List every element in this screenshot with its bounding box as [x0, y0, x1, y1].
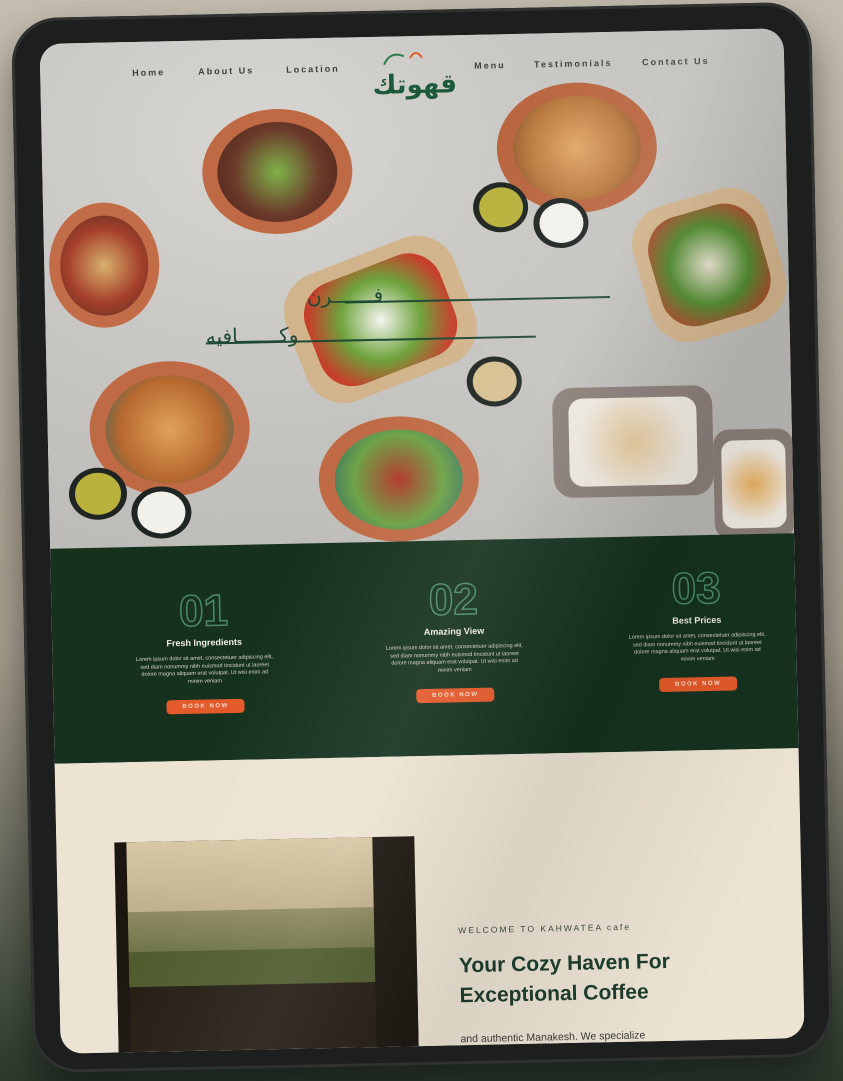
about-body: and authentic Manakesh. We specialize [460, 1029, 646, 1046]
nav-menu[interactable]: Menu [474, 60, 506, 71]
dip-cup [466, 355, 523, 408]
tagline-line2: وكـــــــافيه [205, 322, 299, 349]
nav-about-us[interactable]: About Us [198, 65, 254, 76]
about-section: WELCOME TO KAHWATEA cafe Your Cozy Haven… [54, 748, 805, 1054]
feature-card: 02 Amazing View Lorem ipsum dolor sit am… [373, 574, 536, 704]
welcome-label: WELCOME TO KAHWATEA cafe [458, 921, 632, 936]
brand-logo[interactable]: قهوتك [370, 42, 457, 113]
features-section: 01 Fresh Ingredients Lorem ipsum dolor s… [50, 533, 799, 764]
cafe-view-photo [114, 836, 419, 1053]
book-now-button[interactable]: BOOK NOW [166, 698, 245, 715]
feature-title: Best Prices [672, 614, 722, 626]
nav-location[interactable]: Location [286, 64, 340, 75]
about-heading: Your Cozy Haven For Exceptional Coffee [458, 949, 670, 1008]
dip-cup [472, 181, 529, 233]
website-screen: فـــــــرن وكـــــــافيه Home About Us L… [39, 28, 805, 1054]
feature-number: 01 [178, 585, 229, 637]
food-bowl [272, 223, 489, 415]
book-now-button[interactable]: BOOK NOW [416, 687, 495, 704]
feature-title: Amazing View [423, 625, 485, 637]
feature-number: 03 [670, 563, 722, 615]
food-bowl [317, 414, 481, 544]
food-bowl [47, 201, 161, 329]
dip-cup [130, 485, 192, 540]
nav-home[interactable]: Home [132, 67, 165, 78]
feature-description: Lorem ipsum dolor sit amet, consectetuer… [135, 654, 274, 685]
hero-section: فـــــــرن وكـــــــافيه Home About Us L… [39, 28, 797, 549]
feature-card: 01 Fresh Ingredients Lorem ipsum dolor s… [123, 585, 286, 715]
tagline-line1: فـــــــرن [306, 282, 384, 309]
nav-testimonials[interactable]: Testimonials [534, 58, 613, 70]
dip-cup [68, 467, 128, 521]
dip-cup [532, 197, 589, 249]
feature-title: Fresh Ingredients [166, 636, 242, 649]
food-bowl [201, 107, 354, 236]
nav-contact-us[interactable]: Contact Us [642, 56, 710, 67]
tablet-device: فـــــــرن وكـــــــافيه Home About Us L… [11, 1, 833, 1074]
wrap-basket [712, 428, 796, 540]
feature-description: Lorem ipsum dolor sit amet, consectetuer… [628, 631, 766, 663]
feature-description: Lorem ipsum dolor sit amet, consectetuer… [385, 642, 523, 674]
feature-card: 03 Best Prices Lorem ipsum dolor sit ame… [616, 563, 779, 693]
book-now-button[interactable]: BOOK NOW [658, 676, 738, 693]
feature-number: 02 [428, 574, 479, 626]
logo-text: قهوتك [372, 69, 458, 101]
food-bowl [622, 178, 797, 352]
wrap-basket [551, 384, 715, 499]
